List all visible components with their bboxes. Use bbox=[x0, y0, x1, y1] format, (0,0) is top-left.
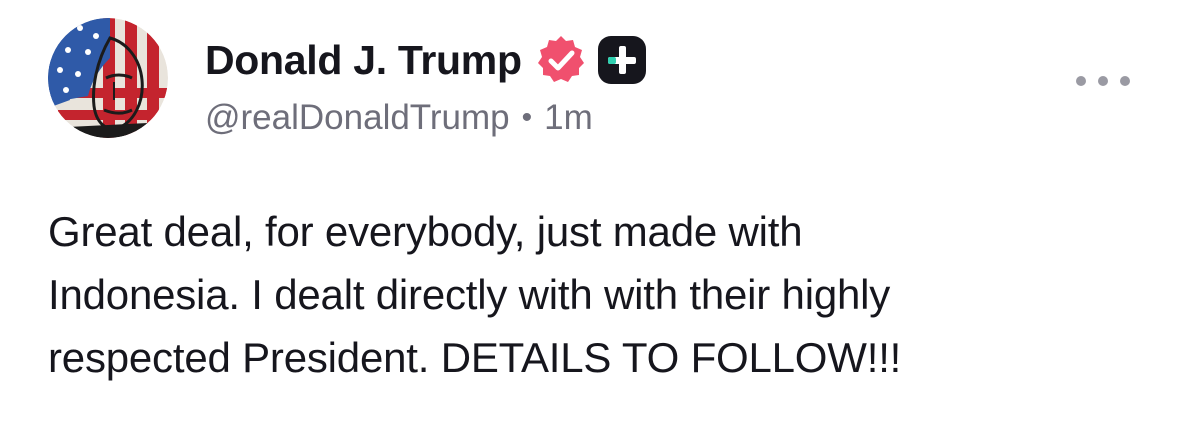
author-avatar[interactable] bbox=[48, 18, 168, 138]
author-handle[interactable]: @realDonaldTrump bbox=[205, 98, 510, 138]
author-name-row: Donald J. Trump bbox=[205, 34, 648, 86]
post-text-line: Great deal, for everybody, just made wit… bbox=[48, 208, 803, 255]
more-horizontal-icon-dot bbox=[1076, 76, 1086, 86]
author-display-name[interactable]: Donald J. Trump bbox=[205, 37, 522, 84]
meta-separator: • bbox=[521, 101, 533, 134]
verified-badge-icon bbox=[534, 33, 588, 87]
flag-portrait-avatar-icon bbox=[48, 18, 168, 138]
more-horizontal-icon-dot bbox=[1098, 76, 1108, 86]
post-card: Donald J. Trump @realDonaldTrump • 1m Gr… bbox=[0, 0, 1179, 423]
post-timestamp[interactable]: 1m bbox=[544, 98, 593, 138]
more-horizontal-icon-dot bbox=[1120, 76, 1130, 86]
author-meta-row: @realDonaldTrump • 1m bbox=[205, 96, 593, 140]
plus-badge-icon bbox=[596, 34, 648, 86]
more-options-button[interactable] bbox=[1076, 64, 1130, 98]
post-body: Great deal, for everybody, just made wit… bbox=[48, 200, 1133, 389]
post-text-line: respected President. DETAILS TO FOLLOW!!… bbox=[48, 334, 902, 381]
post-text-line: Indonesia. I dealt directly with with th… bbox=[48, 271, 891, 318]
